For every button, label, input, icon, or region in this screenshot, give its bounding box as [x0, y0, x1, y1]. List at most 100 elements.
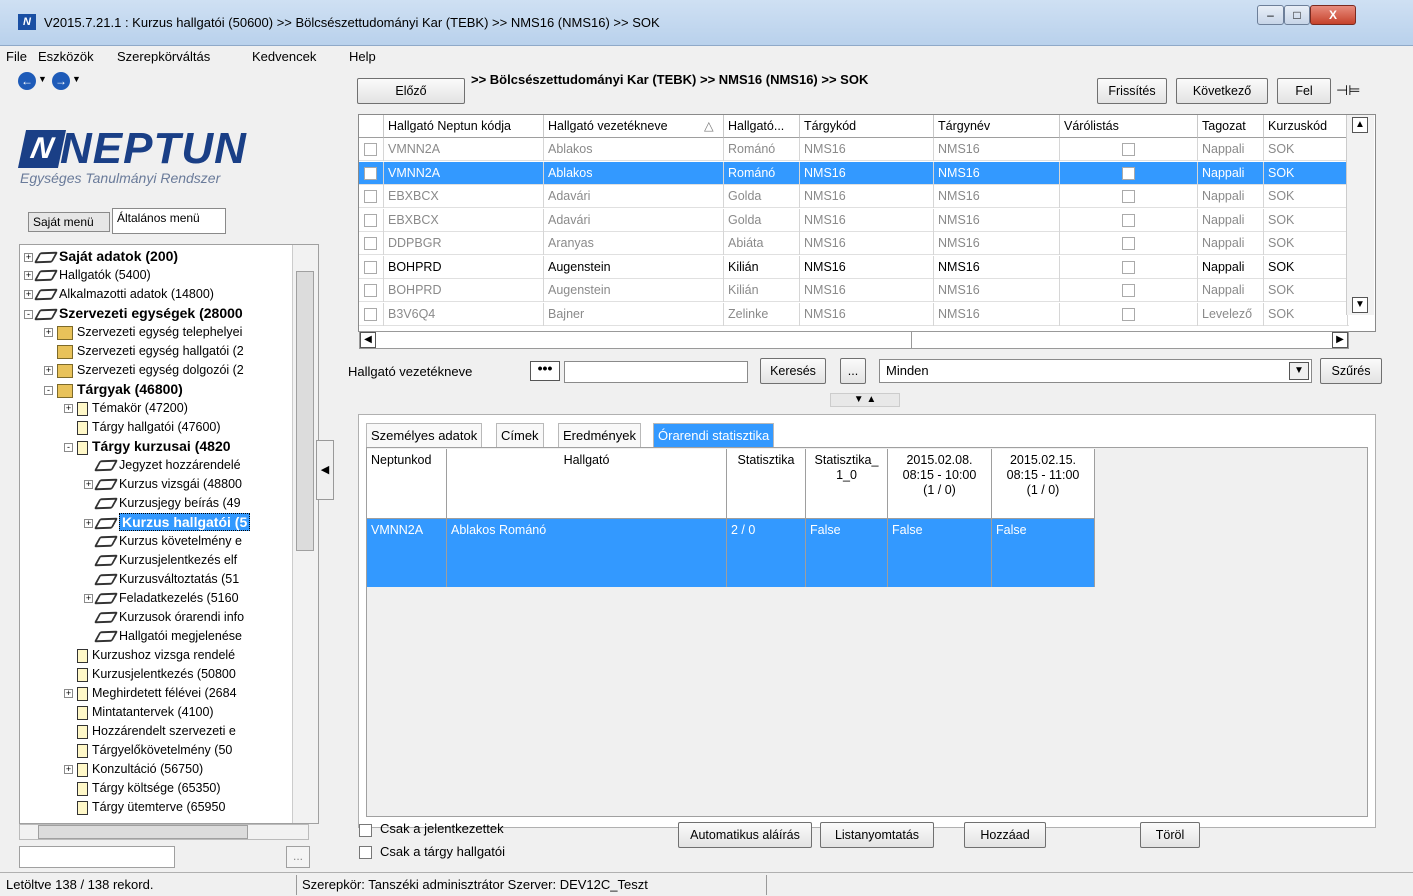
- previous-button[interactable]: Előző: [357, 78, 465, 104]
- table-cell[interactable]: NMS16: [800, 138, 934, 161]
- menu-search-button[interactable]: ...: [286, 846, 310, 868]
- col-subject-name[interactable]: Tárgynév: [934, 115, 1060, 138]
- table-cell[interactable]: NMS16: [800, 279, 934, 302]
- table-cell[interactable]: SOK: [1264, 279, 1348, 302]
- tree-item[interactable]: - Tárgyak (46800): [44, 380, 183, 399]
- waitlist-cell[interactable]: [1060, 279, 1198, 302]
- tree-item[interactable]: + Meghirdetett félévei (2684: [64, 684, 237, 703]
- expand-icon[interactable]: +: [84, 594, 93, 604]
- menu-szerepkorvaltas[interactable]: Szerepkörváltás: [117, 49, 210, 64]
- row-select-cell[interactable]: [359, 208, 384, 232]
- splitter-arrows-icon[interactable]: ▼ ▲: [830, 393, 900, 407]
- tree-item[interactable]: Kurzusjelentkezés (50800: [64, 665, 236, 684]
- table-cell[interactable]: Nappali: [1198, 185, 1264, 208]
- table-cell[interactable]: SOK: [1264, 185, 1348, 208]
- tree-item[interactable]: Hallgatói megjelenése: [84, 627, 242, 646]
- filter-scope-select[interactable]: Minden: [879, 359, 1312, 383]
- dcell-date-20150208[interactable]: False: [888, 519, 992, 587]
- tree-item[interactable]: Kurzusjelentkezés elf: [84, 551, 237, 570]
- table-cell[interactable]: Golda: [724, 185, 800, 208]
- menu-file[interactable]: File: [6, 49, 27, 64]
- row-select-checkbox[interactable]: [364, 143, 377, 156]
- table-cell[interactable]: Zelinke: [724, 302, 800, 326]
- table-cell[interactable]: NMS16: [800, 185, 934, 208]
- filter-value-input[interactable]: [564, 361, 748, 383]
- grid-hscroll-thumb[interactable]: [376, 332, 912, 348]
- table-cell[interactable]: Bajner: [544, 302, 724, 326]
- expand-icon[interactable]: +: [64, 765, 73, 775]
- table-cell[interactable]: EBXBCX: [384, 185, 544, 208]
- table-cell[interactable]: Románó: [724, 138, 800, 161]
- minimize-button[interactable]: –: [1257, 5, 1284, 25]
- tree-item[interactable]: Kurzusváltoztatás (51: [84, 570, 239, 589]
- tree-item[interactable]: Kurzushoz vizsga rendelé: [64, 646, 235, 665]
- table-cell[interactable]: Kilián: [724, 279, 800, 302]
- tree-item[interactable]: Tárgy ütemterve (65950: [64, 798, 225, 817]
- row-select-cell[interactable]: [359, 279, 384, 302]
- tree-item[interactable]: Szervezeti egység hallgatói (2: [44, 342, 244, 361]
- expand-icon[interactable]: +: [64, 689, 73, 699]
- table-cell[interactable]: NMS16: [800, 302, 934, 326]
- table-cell[interactable]: Adavári: [544, 208, 724, 232]
- collapse-icon[interactable]: -: [64, 443, 73, 453]
- tree-item[interactable]: Kurzusjegy beírás (49: [84, 494, 241, 513]
- collapse-left-panel-button[interactable]: ◀: [316, 440, 334, 500]
- dcell-date-20150215[interactable]: False: [992, 519, 1095, 587]
- tree-item[interactable]: + Kurzus hallgatói (5: [84, 513, 251, 532]
- waitlist-cell[interactable]: [1060, 302, 1198, 326]
- waitlist-cell[interactable]: [1060, 255, 1198, 279]
- table-row[interactable]: EBXBCX Adavári Golda NMS16 NMS16 Nappali SOK: [359, 185, 1349, 208]
- col-subject-code[interactable]: Tárgykód: [800, 115, 934, 138]
- table-cell[interactable]: SOK: [1264, 161, 1348, 185]
- more-options-button[interactable]: ...: [840, 358, 866, 384]
- dcol-hallgato[interactable]: Hallgató: [447, 449, 727, 519]
- waitlist-checkbox[interactable]: [1122, 143, 1135, 156]
- table-cell[interactable]: NMS16: [934, 302, 1060, 326]
- collapse-icon[interactable]: -: [44, 386, 53, 396]
- table-cell[interactable]: VMNN2A: [384, 138, 544, 161]
- dcell-neptunkod[interactable]: VMNN2A: [367, 519, 447, 587]
- tree-item[interactable]: Hozzárendelt szervezeti e: [64, 722, 236, 741]
- list-print-button[interactable]: Listanyomtatás: [820, 822, 934, 848]
- expand-icon[interactable]: +: [44, 366, 53, 376]
- table-cell[interactable]: Adavári: [544, 185, 724, 208]
- dcell-statisztika[interactable]: 2 / 0: [727, 519, 806, 587]
- col-first-name[interactable]: Hallgató...: [724, 115, 800, 138]
- tab-orarendi-statisztika[interactable]: Órarendi statisztika: [653, 423, 775, 447]
- tree-item[interactable]: Jegyzet hozzárendelé: [84, 456, 241, 475]
- table-cell[interactable]: Ablakos: [544, 161, 724, 185]
- col-last-name[interactable]: Hallgató vezetékneve △: [544, 115, 724, 138]
- waitlist-cell[interactable]: [1060, 208, 1198, 232]
- tab-sajat-menu[interactable]: Saját menü: [28, 212, 110, 232]
- tree-hscroll-thumb[interactable]: [38, 825, 248, 839]
- waitlist-cell[interactable]: [1060, 161, 1198, 185]
- waitlist-checkbox[interactable]: [1122, 260, 1135, 274]
- search-button[interactable]: Keresés: [760, 358, 826, 384]
- row-select-checkbox[interactable]: [364, 213, 377, 227]
- row-select-checkbox[interactable]: [364, 237, 377, 250]
- pin-icon[interactable]: ⊣⊨: [1336, 82, 1360, 99]
- table-cell[interactable]: BOHPRD: [384, 255, 544, 279]
- tree-item[interactable]: + Szervezeti egység telephelyei: [44, 323, 242, 342]
- auto-sign-button[interactable]: Automatikus aláírás: [678, 822, 812, 848]
- table-cell[interactable]: B3V6Q4: [384, 302, 544, 326]
- grid-scroll-down-icon[interactable]: ▼: [1352, 297, 1368, 313]
- tree-item[interactable]: Mintatantervek (4100): [64, 703, 214, 722]
- grid-header-select[interactable]: [359, 115, 384, 138]
- expand-icon[interactable]: +: [24, 271, 33, 281]
- dcol-neptunkod[interactable]: Neptunkod: [367, 449, 447, 519]
- dcell-hallgato[interactable]: Ablakos Románó: [447, 519, 727, 587]
- dcol-statisztika-1-0[interactable]: Statisztika_ 1_0: [806, 449, 888, 519]
- tab-szemelyes-adatok[interactable]: Személyes adatok: [366, 423, 483, 447]
- table-cell[interactable]: Golda: [724, 208, 800, 232]
- tree-item[interactable]: + Feladatkezelés (5160: [84, 589, 239, 608]
- table-cell[interactable]: SOK: [1264, 302, 1348, 326]
- expand-icon[interactable]: +: [24, 290, 33, 300]
- waitlist-checkbox[interactable]: [1122, 213, 1135, 227]
- delete-button[interactable]: Töröl: [1140, 822, 1200, 848]
- table-cell[interactable]: Levelező: [1198, 302, 1264, 326]
- waitlist-cell[interactable]: [1060, 138, 1198, 161]
- table-cell[interactable]: NMS16: [934, 161, 1060, 185]
- tree-item[interactable]: + Szervezeti egység dolgozói (2: [44, 361, 244, 380]
- tab-cimek[interactable]: Címek: [496, 423, 544, 447]
